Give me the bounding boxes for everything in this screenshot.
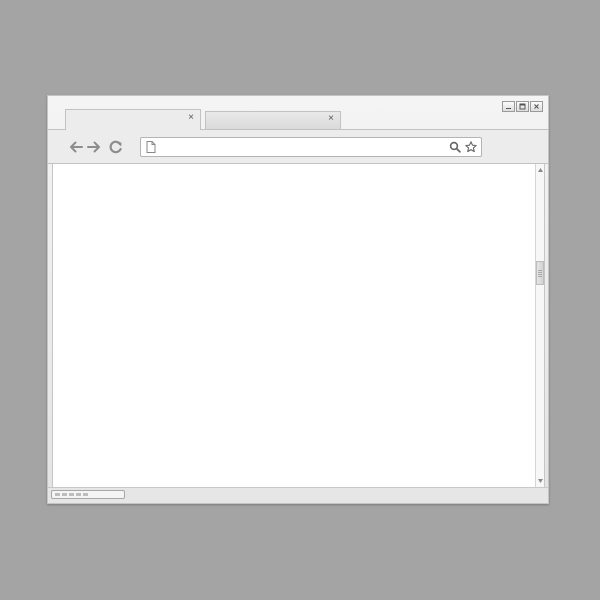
tab-close-icon[interactable]: × <box>188 113 194 123</box>
minimize-icon <box>506 108 511 109</box>
maximize-button[interactable] <box>516 101 529 112</box>
page-icon <box>146 141 156 153</box>
scroll-down-arrow-icon[interactable] <box>537 477 544 485</box>
tab-active[interactable]: × <box>65 109 201 130</box>
tab-close-icon[interactable]: × <box>328 114 334 124</box>
scroll-up-arrow-icon[interactable] <box>537 166 544 174</box>
scroll-thumb[interactable] <box>536 261 544 285</box>
page-content[interactable] <box>52 164 535 487</box>
grip-line <box>538 276 542 277</box>
arrow-left-icon[interactable] <box>68 140 84 154</box>
address-bar[interactable] <box>140 137 482 157</box>
star-icon[interactable] <box>465 141 477 153</box>
reload-icon[interactable] <box>108 140 124 154</box>
progress-segment <box>55 493 60 496</box>
status-bar <box>48 487 548 503</box>
grip-line <box>538 270 542 271</box>
window-controls <box>502 101 543 112</box>
progress-segment <box>83 493 88 496</box>
progress-segment <box>76 493 81 496</box>
tab-inactive[interactable]: × <box>205 111 341 129</box>
browser-window: × × <box>47 95 549 504</box>
minimize-button[interactable] <box>502 101 515 112</box>
grip-line <box>538 272 542 273</box>
address-input[interactable] <box>161 138 441 156</box>
search-icon[interactable] <box>449 141 461 153</box>
close-icon <box>534 104 539 109</box>
status-progress-bar <box>51 490 125 499</box>
progress-segment <box>69 493 74 496</box>
progress-segment <box>62 493 67 496</box>
arrow-right-icon[interactable] <box>86 140 102 154</box>
maximize-icon <box>519 103 526 110</box>
vertical-scrollbar[interactable] <box>535 164 545 487</box>
grip-line <box>538 274 542 275</box>
close-button[interactable] <box>530 101 543 112</box>
toolbar <box>48 129 548 164</box>
